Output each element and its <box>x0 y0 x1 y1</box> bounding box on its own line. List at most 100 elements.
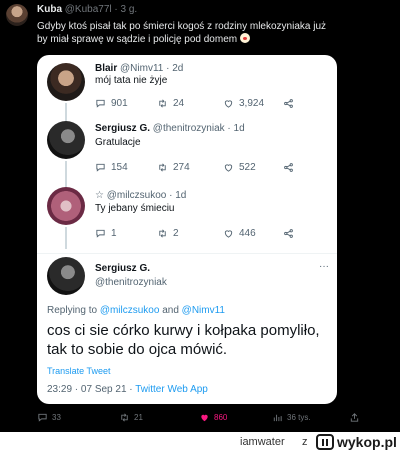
replying-to: Replying to @milczsukoo and @Nimv11 <box>47 305 225 316</box>
reply-author-handle: @milczsukoo · 1d <box>106 190 187 201</box>
author-handle[interactable]: @Kuba77l <box>65 4 112 15</box>
like-count: 522 <box>223 162 256 173</box>
clown-face-icon <box>239 33 250 43</box>
comment-icon <box>95 98 106 109</box>
thread-line <box>65 161 67 187</box>
views-button[interactable]: 36 tys. <box>272 412 311 423</box>
more-icon: ··· <box>319 261 329 272</box>
share-icon <box>283 162 294 173</box>
main-author-handle: @thenitrozyniak <box>95 277 167 288</box>
like-count-value: 522 <box>239 162 256 173</box>
timestamp-text: 23:29 · 07 Sep 21 · <box>47 384 133 395</box>
thread-line <box>65 227 67 249</box>
reply-actions: 901 24 3,924 <box>95 98 335 110</box>
retweet-button[interactable]: 21 <box>119 412 143 423</box>
main-author-name: Sergiusz G. <box>95 263 151 274</box>
reply-text: Ty jebany śmieciu <box>95 203 175 214</box>
reply-header: Sergiusz G. @thenitrozyniak · 1d <box>95 123 245 134</box>
comment-icon <box>37 412 48 423</box>
reply-header: Blair @Nimv11 · 2d <box>95 63 183 74</box>
retweet-count-value: 274 <box>173 162 190 173</box>
reply-button[interactable]: 33 <box>37 412 61 423</box>
reply-count-value: 154 <box>111 162 128 173</box>
reply-text: Gratulacje <box>95 137 141 148</box>
tweet-timestamp: 23:29 · 07 Sep 21 · Twitter Web App <box>47 384 208 395</box>
like-count: 3,924 <box>223 98 264 109</box>
comment-icon <box>95 162 106 173</box>
avatar <box>47 121 85 159</box>
author-avatar[interactable] <box>6 4 28 26</box>
retweet-icon <box>157 98 168 109</box>
footer-bar: iamwater z wykop.pl <box>0 432 400 454</box>
footer-z: z <box>302 436 308 448</box>
site-name: wykop.pl <box>337 434 397 450</box>
like-count-value: 860 <box>214 413 228 422</box>
post-actions: 33 21 860 36 tys. <box>37 412 367 426</box>
author-name[interactable]: Kuba <box>37 4 62 15</box>
retweet-count: 274 <box>157 162 190 173</box>
post-text: Gdyby ktoś pisał tak po śmierci kogoś z … <box>37 20 337 46</box>
share-button <box>283 98 294 109</box>
reply-actions: 1 2 446 <box>95 228 335 240</box>
reply-count: 901 <box>95 98 128 109</box>
uploader-name[interactable]: iamwater <box>240 436 285 448</box>
post-text-body: Gdyby ktoś pisał tak po śmierci kogoś z … <box>37 21 327 45</box>
wykop-logo-icon <box>316 434 334 450</box>
reply-count: 1 <box>95 228 117 239</box>
like-button[interactable]: 860 <box>199 412 227 423</box>
share-icon <box>283 228 294 239</box>
avatar <box>47 187 85 225</box>
share-button <box>283 228 294 239</box>
thread-line <box>65 103 67 121</box>
avatar <box>47 257 85 295</box>
replying-prefix: Replying to <box>47 305 98 316</box>
share-icon <box>283 98 294 109</box>
reply-author-name: Sergiusz G. <box>95 123 151 134</box>
share-button <box>283 162 294 173</box>
reply-count-value: 33 <box>52 413 61 422</box>
retweet-count: 24 <box>157 98 184 109</box>
post-time: · 3 g. <box>114 4 138 15</box>
reply-count-value: 1 <box>111 228 117 239</box>
like-count-value: 446 <box>239 228 256 239</box>
reply-count-value: 901 <box>111 98 128 109</box>
retweet-count: 2 <box>157 228 179 239</box>
like-count: 446 <box>223 228 256 239</box>
translate-link: Translate Tweet <box>47 366 111 376</box>
main-tweet: Sergiusz G. @thenitrozyniak ··· Replying… <box>37 253 337 404</box>
replying-user-link: @Nimv11 <box>181 305 225 316</box>
heart-filled-icon <box>199 412 210 423</box>
reply-text: mój tata nie żyje <box>95 75 168 86</box>
replying-user-link: @milczsukoo <box>99 305 160 316</box>
reply-author-handle: @Nimv11 · 2d <box>120 63 184 74</box>
views-count-value: 36 tys. <box>287 413 311 422</box>
heart-icon <box>223 162 234 173</box>
retweet-icon <box>157 228 168 239</box>
upload-share-icon <box>349 412 360 423</box>
source-app-link: Twitter Web App <box>135 384 208 395</box>
outer-post: Kuba @Kuba77l · 3 g. Gdyby ktoś pisał ta… <box>0 0 400 432</box>
avatar <box>47 63 85 101</box>
replying-and: and <box>162 305 179 316</box>
heart-icon <box>223 228 234 239</box>
reply-author-name: ☆ <box>95 190 104 201</box>
heart-icon <box>223 98 234 109</box>
reply-author-name: Blair <box>95 63 118 74</box>
comment-icon <box>95 228 106 239</box>
retweet-count-value: 24 <box>173 98 185 109</box>
retweet-icon <box>157 162 168 173</box>
reply-count: 154 <box>95 162 128 173</box>
bar-chart-icon <box>272 412 283 423</box>
main-tweet-text: cos ci sie córko kurwy i kołpaka pomylił… <box>47 322 320 358</box>
retweet-icon <box>119 412 130 423</box>
wykop-logo[interactable]: wykop.pl <box>316 434 397 450</box>
embedded-screenshot[interactable]: Blair @Nimv11 · 2d mój tata nie żyje 901… <box>37 55 337 404</box>
post-header: Kuba @Kuba77l · 3 g. <box>37 4 137 15</box>
reply-author-handle: @thenitrozyniak · 1d <box>152 123 245 134</box>
reply-actions: 154 274 522 <box>95 162 335 174</box>
like-count-value: 3,924 <box>239 98 265 109</box>
retweet-count-value: 21 <box>134 413 143 422</box>
share-button[interactable] <box>349 412 360 423</box>
retweet-count-value: 2 <box>173 228 179 239</box>
divider <box>37 253 337 254</box>
